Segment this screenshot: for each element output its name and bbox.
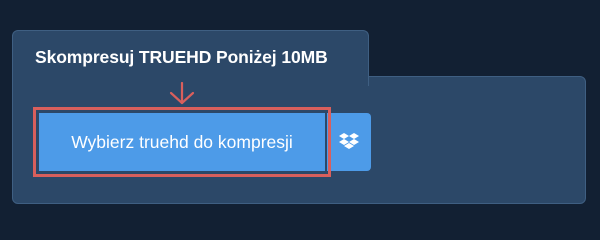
tab-joint — [13, 75, 368, 81]
dropbox-button[interactable] — [327, 113, 371, 171]
tab-title: Skompresuj TRUEHD Poniżej 10MB — [35, 47, 328, 67]
dropbox-icon — [339, 133, 359, 149]
arrow-down-icon — [169, 82, 195, 105]
highlight-frame — [33, 107, 331, 177]
